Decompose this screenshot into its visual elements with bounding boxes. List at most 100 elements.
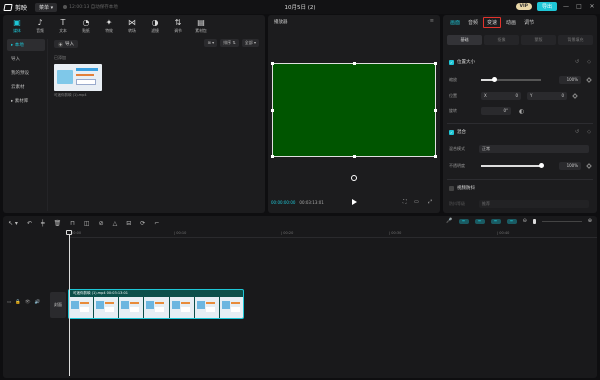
playhead-handle[interactable] — [66, 230, 72, 235]
rotation-field[interactable]: 0° — [481, 107, 511, 115]
tool-transition[interactable]: ⋈ 转场 — [122, 15, 142, 37]
zoom-slider[interactable] — [541, 220, 582, 222]
subtab-background[interactable]: 背景填充 — [558, 35, 593, 45]
tab-audio[interactable]: 音频 — [465, 18, 481, 27]
link-snap-icon[interactable]: ⇹ — [474, 218, 485, 224]
fullscreen-icon[interactable]: ⤢ — [428, 199, 432, 205]
resize-handle[interactable] — [434, 62, 437, 65]
zoom-in-icon[interactable]: ⊕ — [588, 218, 592, 224]
keyframe-icon[interactable] — [586, 163, 592, 169]
mirror-icon[interactable]: ◫ — [84, 220, 90, 227]
player-menu-icon[interactable]: ≡ — [430, 18, 434, 24]
ratio-icon[interactable]: ▭ — [414, 199, 419, 205]
rotate-icon[interactable]: ⟳ — [140, 220, 145, 227]
tab-adjust[interactable]: 调节 — [521, 18, 537, 27]
split-icon[interactable]: ╪ — [41, 220, 45, 227]
tab-speed[interactable]: 变速 — [483, 16, 502, 28]
rotation-dial-icon[interactable]: ◐ — [519, 108, 524, 115]
keyframe-icon[interactable] — [572, 93, 578, 99]
blend-mode-select[interactable]: 正常 — [479, 145, 589, 153]
rotate-handle-icon[interactable] — [351, 175, 357, 181]
tool-effects[interactable]: ✦ 特效 — [99, 15, 119, 37]
select-tool-icon[interactable]: ↖ ▾ — [8, 220, 18, 227]
sidebar-item-local[interactable]: ▸ 本地 — [7, 39, 45, 51]
tool-filter[interactable]: ◑ 滤镜 — [145, 15, 165, 37]
track-icon[interactable]: ▭ — [7, 300, 11, 305]
keyframe-icon[interactable]: ◇ — [587, 129, 591, 135]
tab-picture[interactable]: 画面 — [447, 18, 463, 27]
slider-knob[interactable] — [491, 76, 497, 82]
sidebar-item-library[interactable]: ▸ 素材库 — [7, 95, 45, 107]
import-button[interactable]: + 导入 — [54, 40, 78, 48]
slider-knob[interactable] — [538, 162, 544, 168]
tool-adjust[interactable]: ⇅ 调节 — [168, 15, 188, 37]
reset-icon[interactable]: ↺ — [575, 129, 579, 135]
resize-handle[interactable] — [271, 109, 274, 112]
resize-handle[interactable] — [271, 155, 274, 158]
position-y-field[interactable]: Y 0 — [527, 92, 567, 100]
volume-icon[interactable]: 🔊 — [35, 300, 41, 305]
preview-axis-icon[interactable]: ⇹ — [506, 218, 517, 224]
eye-icon[interactable]: 👁 — [25, 300, 31, 305]
export-button[interactable]: 导出 — [536, 2, 557, 11]
playhead[interactable] — [69, 230, 70, 376]
tool-audio[interactable]: ♪ 音频 — [30, 15, 50, 37]
sidebar-item-presets[interactable]: 我的预设 — [7, 67, 45, 79]
preview-canvas[interactable] — [271, 62, 437, 158]
play-icon[interactable] — [352, 199, 357, 205]
video-clip[interactable]: 可迷你剪映 (1).mp4 00:03:13:01 — [68, 289, 244, 319]
frame-icon[interactable]: ⊟ — [126, 220, 131, 227]
view-mode-button[interactable]: ⊞ ▾ — [204, 39, 218, 47]
tool-sticker[interactable]: ◔ 贴纸 — [76, 15, 96, 37]
keyframe-icon[interactable]: ◇ — [587, 59, 591, 65]
subtab-mask[interactable]: 蒙版 — [521, 35, 556, 45]
subtab-basic[interactable]: 基础 — [447, 35, 482, 45]
sidebar-item-import[interactable]: 导入 — [7, 53, 45, 65]
lock-icon[interactable]: 🔒 — [15, 300, 21, 305]
fullscreen-crop-icon[interactable]: ⛶ — [403, 199, 407, 205]
minimize-icon[interactable]: — — [562, 3, 570, 10]
resize-handle[interactable] — [434, 109, 437, 112]
time-ruler[interactable]: 00:00 | 00:10 | 00:20 | 00:30 | 00:40 — [69, 230, 597, 238]
resize-handle[interactable] — [353, 62, 356, 65]
microphone-icon[interactable]: 🎤 — [446, 218, 452, 224]
freeze-icon[interactable]: ⊓ — [70, 220, 75, 227]
flip-icon[interactable]: △ — [113, 220, 118, 227]
filter-all-button[interactable]: 全部 ▾ — [241, 39, 259, 47]
stabilize-select[interactable]: 推荐 — [479, 200, 589, 208]
zoom-slider-knob[interactable] — [532, 218, 536, 224]
tool-package[interactable]: ▤ 素材包 — [191, 15, 211, 37]
delete-icon[interactable]: 🗑 — [54, 220, 62, 227]
resize-handle[interactable] — [434, 155, 437, 158]
checkbox-icon[interactable] — [449, 185, 454, 191]
position-x-field[interactable]: X 0 — [481, 92, 521, 100]
crop-icon[interactable]: ⌐ — [154, 220, 159, 227]
tool-media[interactable]: ▣ 媒体 — [7, 15, 27, 37]
resize-handle[interactable] — [271, 62, 274, 65]
sort-button[interactable]: 排序 ⇅ — [220, 39, 239, 47]
maximize-icon[interactable]: □ — [575, 3, 583, 10]
opacity-value[interactable]: 100% — [559, 162, 581, 170]
undo-icon[interactable]: ↶ — [27, 220, 32, 227]
scale-slider[interactable] — [481, 76, 541, 82]
close-icon[interactable]: ✕ — [588, 3, 596, 10]
zoom-out-icon[interactable]: ⊖ — [523, 218, 527, 224]
linkage-icon[interactable]: ⇹ — [490, 218, 501, 224]
scale-value[interactable]: 100% — [559, 76, 581, 84]
checkbox-icon[interactable]: ✓ — [449, 59, 454, 65]
checkbox-icon[interactable]: ✓ — [449, 129, 454, 135]
tool-text[interactable]: T 文本 — [53, 15, 73, 37]
tab-animation[interactable]: 动画 — [503, 18, 519, 27]
subtab-cutout[interactable]: 抠像 — [484, 35, 519, 45]
vip-badge[interactable]: VIP — [515, 3, 532, 10]
menu-button[interactable]: 菜单 ▾ — [35, 2, 58, 12]
cover-button[interactable]: 封面 — [50, 292, 66, 318]
reverse-icon[interactable]: ⊘ — [99, 220, 104, 227]
sidebar-item-cloud[interactable]: 云素材 — [7, 81, 45, 93]
keyframe-icon[interactable] — [586, 77, 592, 83]
opacity-slider[interactable] — [481, 162, 544, 168]
link-main-track-icon[interactable]: ⇹ — [458, 218, 469, 224]
media-thumbnail[interactable] — [54, 64, 102, 91]
resize-handle[interactable] — [353, 155, 356, 158]
reset-icon[interactable]: ↺ — [575, 59, 579, 65]
